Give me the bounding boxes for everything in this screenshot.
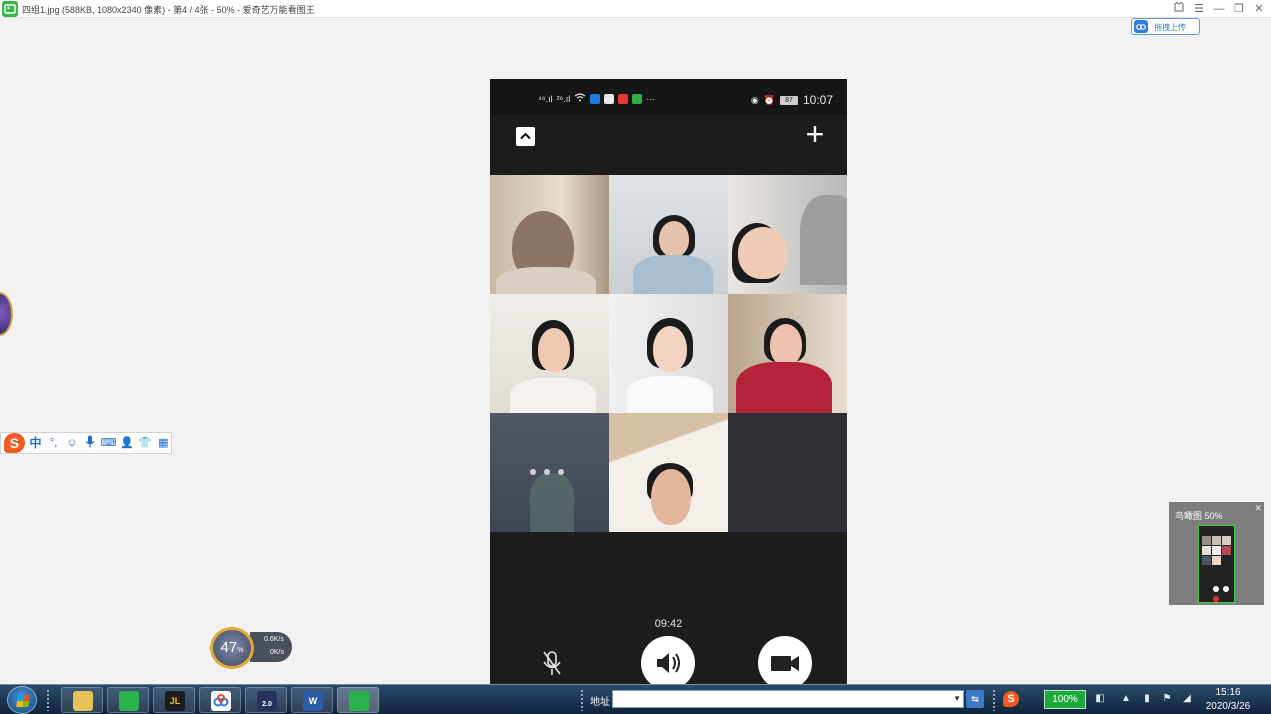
phone-status-bar: ⁴⁶.ıl ²⁶.ıl ··· ◉ ⏰ 87 10:07 [490, 79, 847, 115]
network-adapter-icon[interactable]: ▮ [1140, 692, 1154, 706]
system-clock[interactable]: 15:16 2020/3/26 [1202, 686, 1254, 714]
loading-dots [530, 469, 564, 475]
taskbar-baidu-netdisk[interactable] [199, 687, 241, 713]
clock-time: 15:16 [1215, 687, 1241, 698]
navigator-thumbnail[interactable] [1198, 525, 1235, 603]
volume-signal-icon[interactable]: ◢ [1180, 692, 1194, 706]
video-tile[interactable] [609, 413, 728, 532]
clock-date: 2020/3/26 [1205, 701, 1251, 712]
taskbar-jl-app[interactable]: JL [153, 687, 195, 713]
video-tile[interactable] [728, 175, 847, 294]
minimize-icon[interactable]: — [1213, 1, 1225, 17]
download-speed: 0K/s [270, 649, 285, 656]
video-camera-icon [771, 656, 799, 671]
upload-speed: 0.6K/s [264, 636, 284, 643]
memory-usage-ball[interactable]: 47% [210, 627, 254, 669]
memory-percent-unit: % [237, 647, 244, 654]
window-title: 四组1.jpg (588KB, 1080x2340 像素) - 第4 / 4张 … [22, 5, 315, 15]
taskbar-grip[interactable] [46, 689, 50, 711]
network-speed-panel: 0.6K/s 0K/s [250, 632, 292, 662]
more-notifications-icon: ··· [646, 93, 656, 104]
battery-tray[interactable]: 100% [1044, 690, 1086, 709]
sogou-tray-icon[interactable]: S [1003, 691, 1019, 707]
user-icon[interactable]: 👤 [119, 435, 134, 451]
skin-shirt-icon[interactable]: 👕 [138, 435, 153, 451]
toolbox-grid-icon[interactable]: ▦ [156, 435, 171, 451]
add-participant-plus-icon[interactable]: + [802, 117, 828, 151]
address-dropdown-icon[interactable]: ▼ [953, 694, 961, 703]
camera-button[interactable] [758, 636, 812, 685]
jl-icon: JL [165, 691, 185, 711]
folder-icon [73, 691, 93, 711]
action-center-flag-icon[interactable]: ⚑ [1160, 692, 1174, 706]
sogou-logo-icon[interactable]: S [4, 433, 25, 453]
navigator-label: 鸟瞰图 50% [1175, 511, 1223, 521]
taskbar-iqiyi-active[interactable] [337, 687, 379, 713]
battery-indicator: 87 [779, 95, 798, 105]
iqiyi-icon [349, 691, 369, 711]
call-duration: 09:42 [654, 618, 683, 630]
video-tile[interactable] [609, 294, 728, 413]
cloud-icon [1134, 20, 1148, 33]
baidu-netdisk-icon [211, 691, 231, 711]
taskbar: JL 2.0 W 地址 ▼ ↹ S 100% ◧ ▲ ▮ ⚑ ◢ 15:16 2… [0, 684, 1271, 714]
address-input[interactable]: ▼ [612, 690, 964, 708]
image-viewer-app-icon[interactable] [2, 1, 18, 17]
collapse-chevron-up-icon[interactable] [516, 127, 535, 146]
signal-2g-icon: ²⁶.ıl [556, 93, 571, 104]
emoji-icon[interactable]: ☺ [64, 435, 79, 451]
taskbar-file-explorer[interactable] [61, 687, 103, 713]
drag-upload-button[interactable]: 拖拽上传 [1131, 18, 1200, 35]
video-tile-loading[interactable] [490, 413, 609, 532]
overview-navigator[interactable]: 鸟瞰图 50% ✕ [1169, 502, 1264, 605]
restore-icon[interactable]: ❐ [1233, 1, 1245, 17]
iqiyi-icon [119, 691, 139, 711]
empty-video-slot [728, 413, 847, 532]
video-tile[interactable] [728, 294, 847, 413]
app-notification-icon [590, 93, 601, 104]
power-plug-icon[interactable]: ◧ [1093, 692, 1107, 706]
taskbar-drawing-app[interactable]: 2.0 [245, 687, 287, 713]
windows-logo-icon [16, 695, 30, 707]
eye-icon: ◉ [750, 94, 759, 105]
address-go-icon[interactable]: ↹ [966, 690, 984, 708]
tray-grip[interactable] [992, 689, 996, 711]
toolbar-grip[interactable] [580, 689, 584, 711]
alarm-icon: ⏰ [763, 94, 775, 105]
microphone-mute-icon[interactable] [541, 649, 563, 679]
navigator-close-icon[interactable]: ✕ [1254, 503, 1262, 514]
microphone-icon[interactable] [82, 435, 97, 451]
skin-icon[interactable] [1173, 1, 1185, 17]
video-tile[interactable] [490, 175, 609, 294]
drawing-app-icon: 2.0 [257, 691, 277, 711]
keyboard-icon[interactable]: ⌨ [101, 435, 117, 451]
news-app-icon [618, 93, 629, 104]
wifi-icon [574, 93, 586, 104]
start-button[interactable] [7, 686, 37, 714]
drag-upload-label: 拖拽上传 [1154, 23, 1186, 32]
ime-toolbar: S 中 °, ☺ ⌨ 👤 👕 ▦ [0, 432, 172, 454]
ime-punctuation-toggle[interactable]: °, [46, 435, 61, 451]
ime-language-toggle[interactable]: 中 [28, 435, 43, 451]
floating-assistant-orb[interactable] [0, 292, 13, 336]
taskbar-word[interactable]: W [291, 687, 333, 713]
close-icon[interactable]: ✕ [1253, 1, 1265, 17]
signal-4g-icon: ⁴⁶.ıl [538, 93, 553, 104]
viewer-title-bar: 四组1.jpg (588KB, 1080x2340 像素) - 第4 / 4张 … [0, 0, 1271, 18]
address-label: 地址 [590, 697, 610, 708]
wechat-icon [604, 93, 615, 104]
word-icon: W [303, 691, 323, 711]
video-grid [490, 175, 847, 532]
memory-percent: 47 [220, 639, 238, 656]
show-hidden-icons[interactable]: ▲ [1119, 692, 1133, 706]
green-app-icon [632, 93, 643, 104]
taskbar-iqiyi-viewer[interactable] [107, 687, 149, 713]
speaker-icon [657, 653, 680, 673]
menu-icon[interactable]: ☰ [1193, 1, 1205, 17]
video-tile[interactable] [490, 294, 609, 413]
phone-screenshot: ⁴⁶.ıl ²⁶.ıl ··· ◉ ⏰ 87 10:07 + 09:42 [490, 79, 847, 685]
phone-clock: 10:07 [802, 93, 833, 107]
video-tile[interactable] [609, 175, 728, 294]
speaker-button[interactable] [641, 636, 695, 685]
